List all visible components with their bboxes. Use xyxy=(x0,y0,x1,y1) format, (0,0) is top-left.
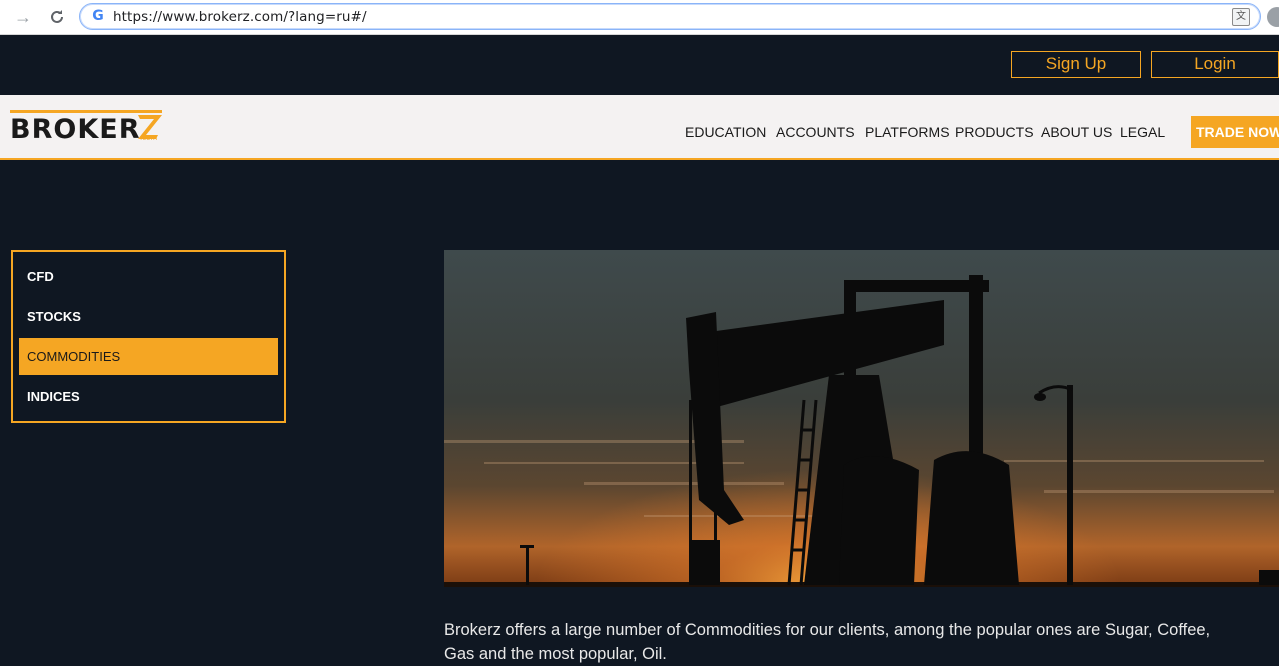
trade-now-button[interactable]: TRADE NOW xyxy=(1191,116,1279,148)
login-button[interactable]: Login xyxy=(1151,51,1279,78)
logo-sub: .com xyxy=(140,134,158,142)
side-item-stocks[interactable]: STOCKS xyxy=(19,298,278,335)
url-text[interactable]: https://www.brokerz.com/?lang=ru#/ xyxy=(113,9,367,25)
description-line-2: Gas and the most popular, Oil. xyxy=(444,645,667,663)
translate-icon[interactable]: 文 xyxy=(1232,8,1250,26)
nav-legal[interactable]: LEGAL xyxy=(1120,124,1165,140)
profile-avatar[interactable] xyxy=(1267,7,1279,27)
reload-icon[interactable] xyxy=(46,6,68,28)
signup-button[interactable]: Sign Up xyxy=(1011,51,1141,78)
google-icon: G xyxy=(92,8,104,24)
nav-about-us[interactable]: ABOUT US xyxy=(1041,124,1112,140)
logo-text: BROKER xyxy=(10,114,141,145)
browser-toolbar: → G https://www.brokerz.com/?lang=ru#/ 文 xyxy=(0,0,1279,35)
nav-platforms[interactable]: PLATFORMS xyxy=(865,124,950,140)
site-top-bar: Sign Up Login xyxy=(0,35,1279,95)
forward-arrow-icon[interactable]: → xyxy=(12,6,34,28)
brokerz-logo[interactable]: BROKER .com xyxy=(10,108,166,145)
description-line-1: Brokerz offers a large number of Commodi… xyxy=(444,621,1211,639)
nav-accounts[interactable]: ACCOUNTS xyxy=(776,124,855,140)
side-item-commodities[interactable]: COMMODITIES xyxy=(19,338,278,375)
nav-education[interactable]: EDUCATION xyxy=(685,124,766,140)
commodities-description: Brokerz offers a large number of Commodi… xyxy=(444,618,1279,666)
product-side-menu: CFD STOCKS COMMODITIES INDICES xyxy=(11,250,286,423)
oil-pump-hero-image xyxy=(444,250,1279,587)
site-header: BROKER .com EDUCATION ACCOUNTS PLATFORMS… xyxy=(0,95,1279,160)
nav-products[interactable]: PRODUCTS xyxy=(955,124,1034,140)
side-item-cfd[interactable]: CFD xyxy=(19,258,278,295)
address-bar[interactable]: G https://www.brokerz.com/?lang=ru#/ 文 xyxy=(79,3,1261,30)
side-item-indices[interactable]: INDICES xyxy=(19,378,278,415)
